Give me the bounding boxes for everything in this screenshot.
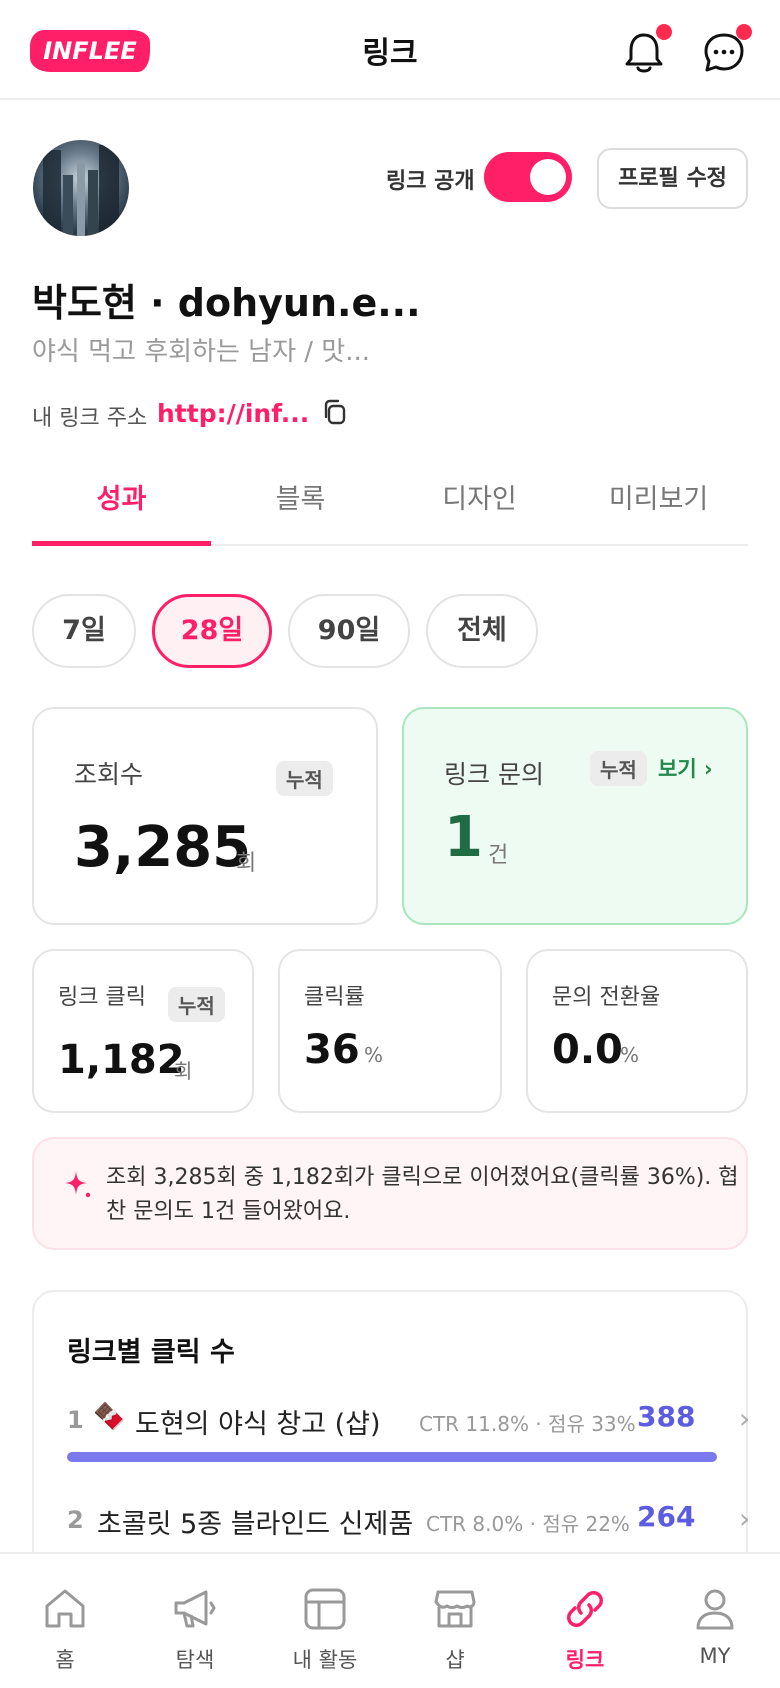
row-rank: 1	[67, 1406, 84, 1434]
ctr-unit: %	[364, 1043, 384, 1067]
user-icon	[692, 1586, 738, 1632]
row-rank: 2	[67, 1506, 84, 1534]
views-unit: 회	[236, 851, 257, 876]
nav-home-label: 홈	[55, 1648, 75, 1672]
chevron-right-icon: ›	[739, 1502, 751, 1535]
row-meta: CTR 11.8% · 점유 33%	[419, 1412, 636, 1436]
home-icon	[42, 1586, 88, 1632]
tab-preview[interactable]: 미리보기	[569, 450, 748, 546]
conversion-unit: %	[620, 1043, 640, 1067]
nav-shop-label: 샵	[445, 1648, 465, 1672]
nav-link[interactable]: 링크	[520, 1554, 650, 1688]
sparkle-icon	[64, 1167, 92, 1199]
link-clicks-value: 1,182	[58, 1037, 185, 1083]
layout-icon	[302, 1586, 348, 1632]
row-label: 도현의 야식 창고 (샵)	[135, 1409, 381, 1440]
link-icon	[562, 1586, 608, 1632]
period-90d-chip[interactable]: 90일	[288, 594, 410, 668]
inquiry-value: 1	[444, 805, 483, 870]
inquiry-view-link[interactable]: 보기 ›	[658, 753, 713, 783]
row-meta: CTR 8.0% · 점유 22%	[426, 1512, 630, 1536]
inquiry-unit: 건	[488, 843, 509, 868]
ctr-label: 클릭률	[304, 985, 365, 1010]
row-label: 초콜릿 5종 블라인드 신제품	[97, 1509, 414, 1540]
profile-name: 박도현 · dohyun.e...	[32, 281, 421, 325]
row-count: 264	[637, 1500, 696, 1533]
views-label: 조회수	[74, 760, 144, 789]
nav-my[interactable]: MY	[650, 1554, 780, 1688]
copy-icon[interactable]	[321, 398, 347, 426]
conversion-value: 0.0	[552, 1027, 623, 1073]
my-link-label: 내 링크 주소	[32, 406, 148, 431]
tab-blocks[interactable]: 블록	[211, 450, 390, 546]
profile-bio: 야식 먹고 후회하는 남자 / 맛...	[32, 337, 370, 367]
active-tab-indicator	[32, 541, 211, 546]
conversion-card: 문의 전환율 0.0 %	[526, 949, 748, 1113]
chat-badge	[736, 24, 752, 40]
tab-design[interactable]: 디자인	[390, 450, 569, 546]
nav-explore[interactable]: 탐색	[130, 1554, 260, 1688]
link-public-label: 링크 공개	[386, 169, 475, 194]
views-value: 3,285	[74, 815, 252, 880]
insight-box: 조회 3,285회 중 1,182회가 클릭으로 이어졌어요(클릭률 36%).…	[32, 1137, 748, 1250]
row-emoji: 🍫	[93, 1402, 126, 1432]
store-icon	[432, 1586, 478, 1632]
conversion-label: 문의 전환율	[552, 985, 661, 1010]
chat-icon[interactable]	[703, 24, 752, 74]
link-clicks-unit: 회	[174, 1059, 193, 1083]
views-card: 조회수 누적 3,285 회	[32, 707, 378, 925]
row-bar-fill	[67, 1452, 717, 1462]
nav-link-label: 링크	[565, 1648, 605, 1672]
inquiry-cumulative-badge: 누적	[590, 751, 647, 786]
nav-my-activity[interactable]: 내 활동	[260, 1554, 390, 1688]
period-7d-chip[interactable]: 7일	[32, 594, 136, 668]
top-bar: INFLEE 링크	[0, 0, 780, 100]
edit-profile-button[interactable]: 프로필 수정	[597, 148, 748, 209]
link-clicks-card: 링크 클릭 누적 1,182 회	[32, 949, 254, 1113]
ctr-value: 36	[304, 1027, 360, 1073]
toggle-knob	[530, 159, 566, 195]
row-count: 388	[637, 1400, 696, 1433]
tab-performance[interactable]: 성과	[32, 450, 211, 546]
link-click-row[interactable]: 2 초콜릿 5종 블라인드 신제품 CTR 8.0% · 점유 22% 264 …	[67, 1498, 750, 1548]
period-all-chip[interactable]: 전체	[426, 594, 538, 668]
nav-shop[interactable]: 샵	[390, 1554, 520, 1688]
link-clicks-cumulative-badge: 누적	[168, 987, 225, 1022]
chevron-right-icon: ›	[739, 1402, 751, 1435]
nav-home[interactable]: 홈	[0, 1554, 130, 1688]
insight-text: 조회 3,285회 중 1,182회가 클릭으로 이어졌어요(클릭률 36%).…	[106, 1165, 739, 1224]
link-public-toggle[interactable]	[484, 152, 572, 202]
notification-badge	[656, 24, 672, 40]
nav-explore-label: 탐색	[175, 1648, 215, 1672]
inquiry-label: 링크 문의	[444, 760, 544, 789]
my-link-url[interactable]: http://inf...	[157, 399, 309, 428]
views-cumulative-badge: 누적	[276, 761, 333, 796]
avatar[interactable]	[33, 140, 129, 236]
period-28d-chip[interactable]: 28일	[152, 594, 272, 668]
link-click-row[interactable]: 1 🍫 도현의 야식 창고 (샵) CTR 11.8% · 점유 33% 388…	[67, 1398, 750, 1448]
link-clicks-title: 링크별 클릭 수	[67, 1337, 235, 1368]
ctr-card: 클릭률 36 %	[278, 949, 502, 1113]
row-bar-track	[67, 1452, 717, 1462]
link-clicks-label: 링크 클릭	[58, 985, 146, 1010]
inquiry-card[interactable]: 링크 문의 누적 보기 › 1 건	[402, 707, 748, 925]
bottom-navigation: 홈 탐색 내 활동 샵 링크 MY	[0, 1552, 780, 1688]
megaphone-icon	[172, 1586, 218, 1632]
nav-my-label: MY	[699, 1644, 731, 1668]
section-tabs: 성과 블록 디자인 미리보기	[32, 450, 748, 546]
nav-my-activity-label: 내 활동	[292, 1648, 358, 1672]
notification-bell-icon[interactable]	[624, 24, 672, 74]
